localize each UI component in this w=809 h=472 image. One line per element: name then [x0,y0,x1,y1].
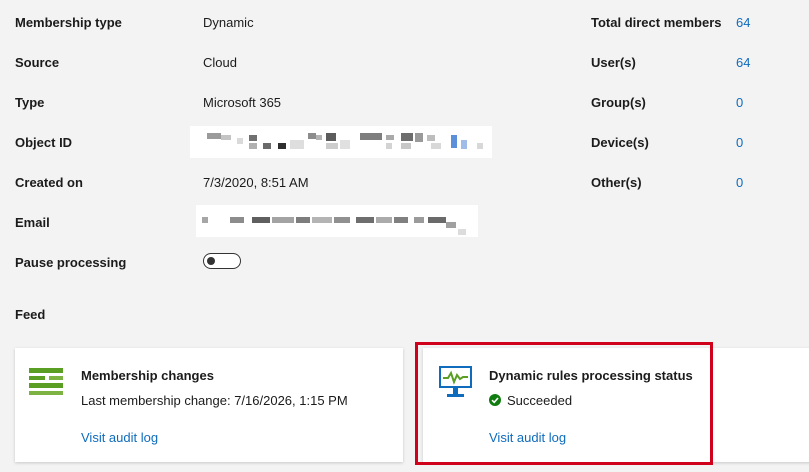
processing-status: Succeeded [489,393,572,409]
dynamic-rules-status-card: Dynamic rules processing status Succeede… [423,348,809,462]
source-label: Source [15,55,60,70]
type-label: Type [15,95,45,110]
total-direct-members-label: Total direct members [591,15,722,30]
processing-status-text: Succeeded [507,393,573,408]
membership-type-label: Membership type [15,15,122,30]
source-value: Cloud [203,55,237,70]
groups-label: Group(s) [591,95,646,110]
pause-processing-label: Pause processing [15,255,127,270]
membership-type-value: Dynamic [203,15,254,30]
membership-changes-card: Membership changes Last membership chang… [15,348,403,462]
type-value: Microsoft 365 [203,95,282,110]
users-label: User(s) [591,55,636,70]
membership-changes-title: Membership changes [81,368,214,383]
created-on-value: 7/3/2020, 8:51 AM [203,175,309,190]
users-link[interactable]: 64 [736,55,750,71]
checkmark-circle-icon [489,394,501,406]
dynamic-rules-title: Dynamic rules processing status [489,368,693,383]
object-id-redacted-value [190,126,492,158]
toggle-knob [207,256,215,265]
devices-link[interactable]: 0 [736,135,743,151]
others-label: Other(s) [591,175,642,190]
group-overview-page: Membership type Dynamic Source Cloud Typ… [0,0,809,472]
object-id-label: Object ID [15,135,73,150]
others-link[interactable]: 0 [736,175,743,191]
email-redacted-value [196,205,478,237]
membership-visit-audit-log-link[interactable]: Visit audit log [81,430,158,446]
total-direct-members-link[interactable]: 64 [736,15,750,31]
email-label: Email [15,215,50,230]
last-membership-change-text: Last membership change: 7/16/2026, 1:15 … [81,393,348,408]
created-on-label: Created on [15,175,83,190]
dynamic-rules-visit-audit-log-link[interactable]: Visit audit log [489,430,566,446]
feed-heading: Feed [15,307,46,322]
groups-link[interactable]: 0 [736,95,743,111]
pause-processing-toggle[interactable] [203,253,241,269]
monitor-pulse-icon [437,364,475,407]
membership-list-icon [27,365,67,404]
devices-label: Device(s) [591,135,649,150]
